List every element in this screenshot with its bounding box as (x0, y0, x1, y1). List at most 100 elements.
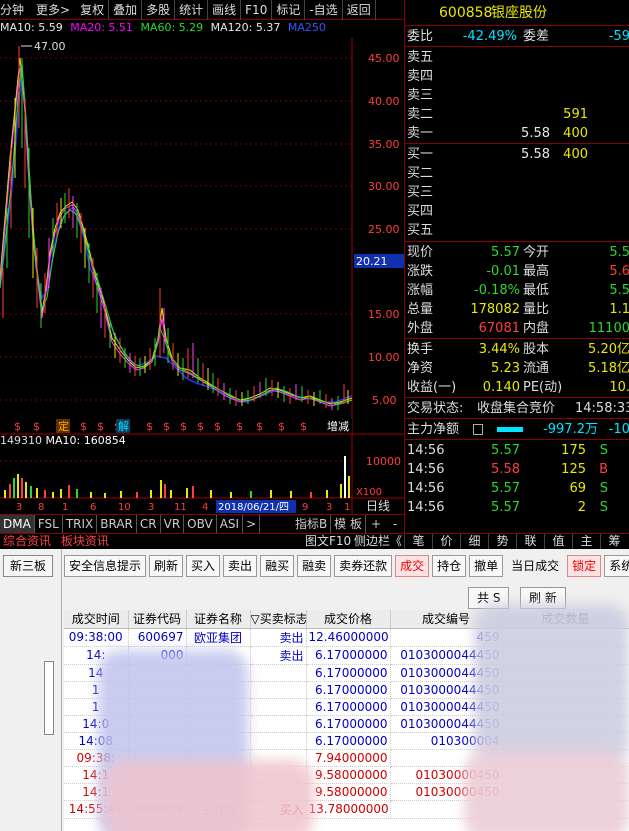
col-header-time[interactable]: 成交时间 (64, 610, 129, 629)
tick-row: 14:56 5.58 125 B (407, 462, 608, 477)
table-row[interactable]: 09:38:00 600697 欧亚集团 卖出 12.46000000 459 (64, 628, 629, 647)
list-icon[interactable] (473, 424, 483, 435)
cell-time: 1 (64, 698, 129, 716)
cell-quantity (502, 664, 629, 682)
ask-row: 卖五 (407, 50, 434, 65)
table-row[interactable]: 14 6.17000000 0103000044450 (64, 664, 629, 682)
left-scrollbar[interactable] (44, 661, 54, 735)
indicator-scroll-right[interactable]: > (243, 515, 261, 533)
table-row[interactable]: 14:55:47 600859 王府井 买入 13.78000000 (64, 800, 629, 819)
col-header-code[interactable]: 证券代码 (128, 610, 187, 629)
tab-comprehensive-info[interactable]: 综合资讯 (0, 534, 54, 549)
new-third-board-button[interactable]: 新三板 (3, 555, 53, 577)
refresh-button[interactable]: 刷新 (149, 555, 184, 577)
toolbar-button-back[interactable]: 返回 (343, 0, 376, 20)
col-header-trade-no[interactable]: 成交编号 (390, 610, 503, 629)
weibi-value: -42.49% (462, 29, 517, 44)
indicator-tab-asi[interactable]: ASI (217, 515, 244, 533)
toolbar-button-restore-rights[interactable]: 复权 (76, 0, 110, 20)
kline-chart-area[interactable]: 分钟 更多> 复权 叠加 多股 统计 画线 F10 标记 -自选 返回 MA10… (0, 0, 404, 533)
col-header-side[interactable]: ▽买卖标志 (250, 610, 307, 629)
cell-side (250, 681, 307, 699)
table-row[interactable]: 14:1 9.58000000 01030000450 (64, 783, 629, 801)
tab-value[interactable]: 值 (544, 534, 572, 550)
cell-trade-no: 010300004 (390, 732, 503, 750)
toolbar-button-overlay[interactable]: 叠加 (109, 0, 143, 20)
weicha-value: -59 (608, 29, 629, 44)
table-row[interactable]: 14:0 6.17000000 0103000044450 (64, 715, 629, 733)
toolbar-button-statistics[interactable]: 统计 (175, 0, 209, 20)
tick-row: 14:56 5.57 69 S (407, 481, 608, 496)
indicator-tab-trix[interactable]: TRIX (63, 515, 98, 533)
tab-price[interactable]: 价 (432, 534, 460, 550)
table-row[interactable]: 1 6.17000000 0103000044450 (64, 698, 629, 716)
f10-link[interactable]: 图文F10 (305, 534, 351, 549)
system-button[interactable]: 系统 (604, 555, 629, 577)
cell-code (128, 732, 187, 750)
tab-trend[interactable]: 势 (488, 534, 516, 550)
filled-orders-table[interactable]: 成交时间 证券代码 证券名称 ▽买卖标志 成交价格 成交编号 成交数量 09:3… (64, 604, 629, 831)
security-info-button[interactable]: 安全信息提示 (64, 555, 147, 577)
indicator-tab-vr[interactable]: VR (161, 515, 185, 533)
margin-buy-button[interactable]: 融买 (260, 555, 295, 577)
indicator-tab-brar[interactable]: BRAR (97, 515, 137, 533)
trading-panel: 新三板 安全信息提示 刷新 买入 卖出 融买 融卖 卖券还款 成交 持仓 撤单 … (0, 549, 629, 831)
cell-price: 6.17000000 (306, 664, 391, 682)
ma-legend: MA10: 5.59 MA20: 5.51 MA60: 5.29 MA120: … (0, 21, 330, 38)
cell-price: 13.78000000 (306, 800, 391, 819)
buy-button[interactable]: 买入 (186, 555, 221, 577)
col-header-name[interactable]: 证券名称 (186, 610, 251, 629)
col-header-quantity[interactable]: 成交数量 (502, 610, 629, 629)
zoom-in-button[interactable]: + (366, 515, 386, 533)
template-button[interactable]: 模 板 (331, 515, 366, 533)
tab-chips[interactable]: 筹 (600, 534, 628, 550)
table-row[interactable]: 14: 000 卖出 6.17000000 0103000044450 (64, 646, 629, 665)
cell-quantity (502, 766, 629, 784)
svg-text:$: $ (236, 420, 243, 433)
toolbar-button-draw-line[interactable]: 画线 (208, 0, 242, 20)
positions-button[interactable]: 持仓 (432, 555, 467, 577)
toolbar-button-multi-stock[interactable]: 多股 (142, 0, 176, 20)
y-tick: 5.00 (372, 394, 397, 407)
toolbar-button-f10[interactable]: F10 (241, 0, 273, 20)
indicator-tab-dma[interactable]: DMA (0, 515, 35, 533)
tab-detail[interactable]: 细 (460, 534, 488, 550)
table-row[interactable]: 14:1 9.58000000 01030000450 (64, 766, 629, 784)
table-row[interactable]: 1 6.17000000 0103000044450 (64, 681, 629, 699)
svg-text:$: $ (256, 420, 263, 433)
indicator-tab-cr[interactable]: CR (137, 515, 161, 533)
cancel-order-button[interactable]: 撤单 (469, 555, 504, 577)
more-menu[interactable]: 更多> (30, 1, 76, 18)
today-filled-label[interactable]: 当日成交 (506, 555, 564, 577)
tab-main[interactable]: 主 (572, 534, 600, 550)
filled-orders-button[interactable]: 成交 (395, 555, 430, 577)
indicator-button-b[interactable]: 指标B (292, 515, 332, 533)
indicator-tab-obv[interactable]: OBV (184, 515, 217, 533)
table-row[interactable]: 14:08 6.17000000 010300004 (64, 732, 629, 750)
cell-trade-no (390, 800, 503, 819)
cell-time: 14:1 (64, 766, 129, 784)
toolbar-button-remove-watchlist[interactable]: -自选 (305, 0, 343, 20)
zoom-out-button[interactable]: - (386, 515, 404, 533)
cell-side (250, 732, 307, 750)
table-row[interactable]: 09:38: 7.94000000 (64, 749, 629, 767)
total-count-button[interactable]: 共 S (468, 587, 510, 609)
margin-sell-button[interactable]: 融卖 (297, 555, 332, 577)
col-header-price[interactable]: 成交价格 (306, 610, 391, 629)
cell-trade-no: 0103000044450 (390, 646, 503, 665)
toolbar-button-mark[interactable]: 标记 (272, 0, 306, 20)
tab-tick[interactable]: 笔 (404, 534, 432, 550)
cell-trade-no: 0103000044450 (390, 715, 503, 733)
tab-linked[interactable]: 联 (516, 534, 544, 550)
lock-button[interactable]: 锁定 (567, 555, 602, 577)
sell-button[interactable]: 卖出 (223, 555, 258, 577)
table-refresh-button[interactable]: 刷 新 (520, 587, 566, 609)
sell-to-repay-button[interactable]: 卖券还款 (334, 555, 393, 577)
ask-row: 卖三 (407, 88, 434, 103)
sidebar-toggle[interactable]: 侧边栏《 (354, 534, 402, 549)
tab-sector-info[interactable]: 板块资讯 (58, 534, 112, 549)
period-selector[interactable]: 分钟 (0, 1, 30, 18)
ask-row: 卖一 5.58 400 (407, 126, 588, 141)
indicator-tab-fsl[interactable]: FSL (35, 515, 63, 533)
svg-text:增减: 增减 (327, 419, 349, 433)
